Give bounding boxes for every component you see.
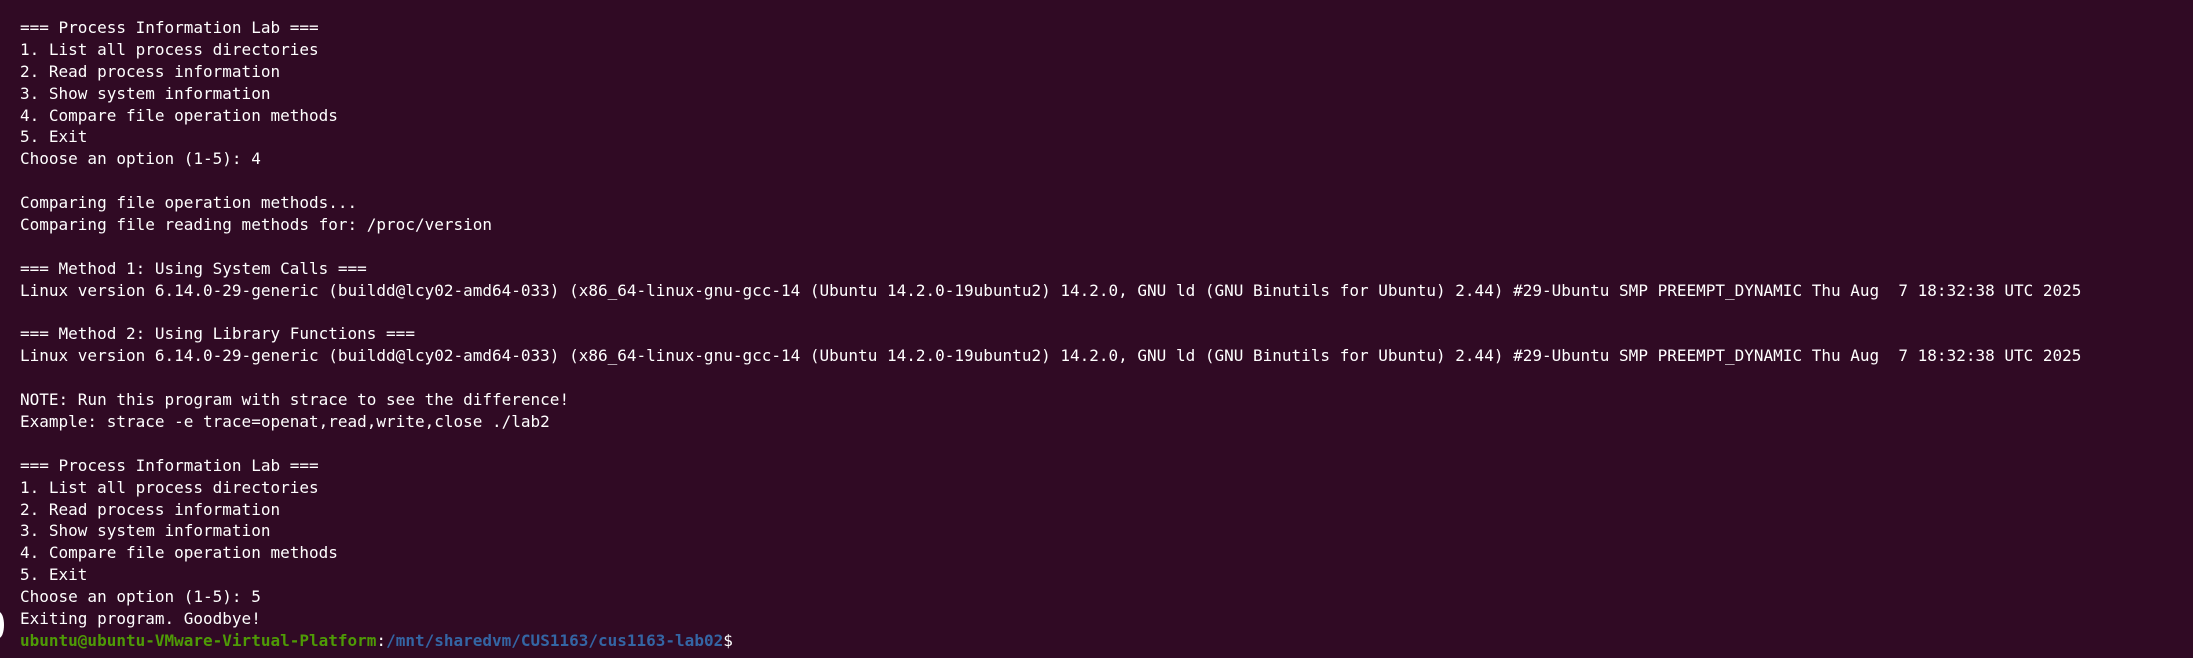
output-line: 4. Compare file operation methods — [20, 105, 338, 125]
output-line: 2. Read process information — [20, 499, 281, 519]
output-line: === Process Information Lab === — [20, 18, 319, 37]
terminal-window[interactable]: === Process Information Lab === 1. List … — [0, 0, 2193, 658]
terminal-output: === Process Information Lab === 1. List … — [20, 17, 2193, 630]
output-line: Linux version 6.14.0-29-generic (buildd@… — [20, 280, 2082, 300]
output-line: Comparing file operation methods... — [20, 193, 358, 213]
shell-prompt[interactable]: ubuntu@ubuntu-VMware-Virtual-Platform:/m… — [20, 630, 2193, 652]
output-line: NOTE: Run this program with strace to se… — [20, 390, 570, 410]
output-line: === Method 1: Using System Calls === — [20, 258, 367, 278]
output-line: === Method 2: Using Library Functions ==… — [20, 324, 415, 344]
output-line: 4. Compare file operation methods — [20, 543, 338, 563]
output-line: 1. List all process directories — [20, 39, 319, 59]
prompt-user-host: ubuntu@ubuntu-VMware-Virtual-Platform — [20, 630, 377, 650]
output-line: Example: strace -e trace=openat,read,wri… — [20, 412, 550, 432]
output-line: 3. Show system information — [20, 521, 271, 541]
output-line: 2. Read process information — [20, 61, 281, 81]
output-line: Linux version 6.14.0-29-generic (buildd@… — [20, 346, 2082, 366]
output-line: 3. Show system information — [20, 83, 271, 103]
output-line: === Process Information Lab === — [20, 455, 319, 475]
output-line: Choose an option (1-5): 5 — [20, 587, 261, 607]
output-line: 5. Exit — [20, 565, 88, 585]
window-edge-handle-icon — [0, 612, 4, 638]
output-line: Exiting program. Goodbye! — [20, 609, 261, 629]
output-line: Comparing file reading methods for: /pro… — [20, 215, 493, 235]
output-line: Choose an option (1-5): 4 — [20, 149, 261, 169]
prompt-separator: : — [376, 630, 387, 650]
output-line: 1. List all process directories — [20, 477, 319, 497]
prompt-path: /mnt/sharedvm/CUS1163/cus1163-lab02 — [386, 630, 724, 650]
output-line: 5. Exit — [20, 127, 88, 147]
prompt-symbol: $ — [723, 630, 733, 650]
